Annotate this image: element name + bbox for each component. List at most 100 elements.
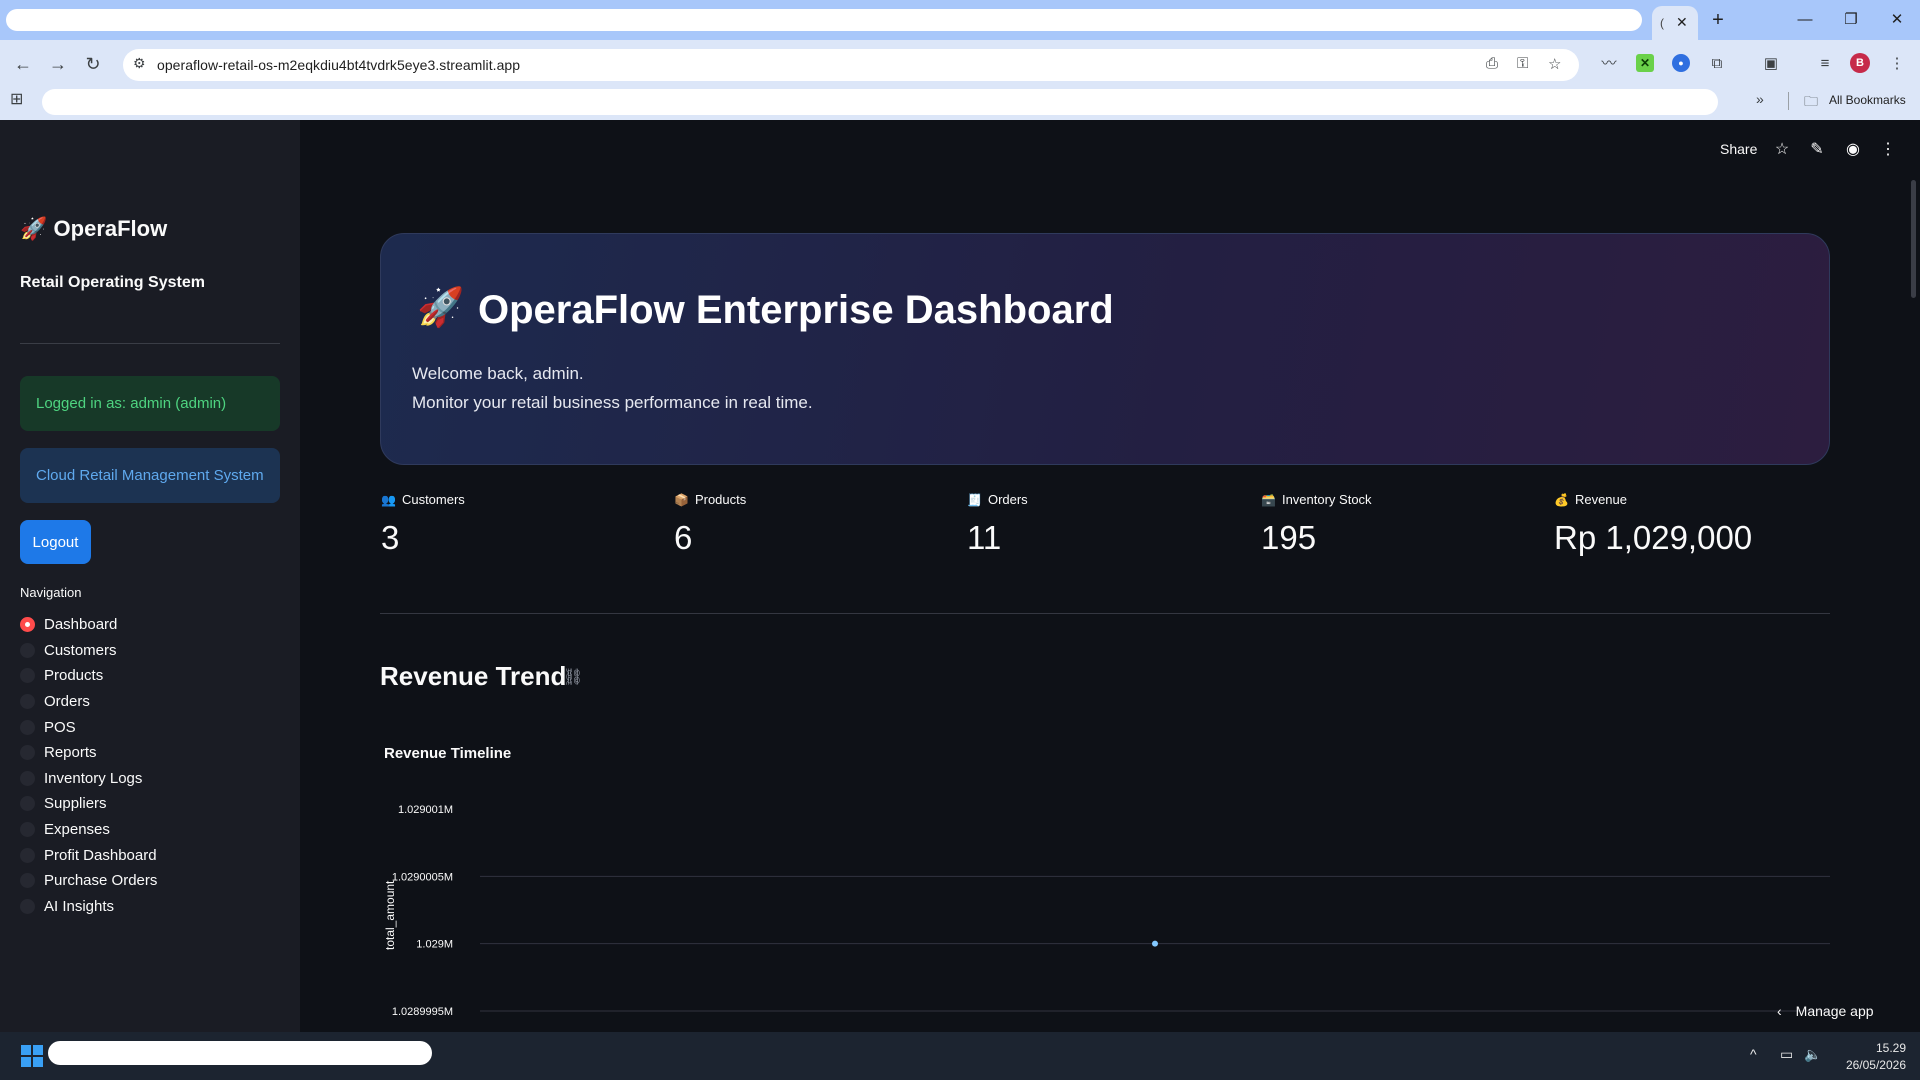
folder-icon[interactable]: 🗀 <box>1804 91 1818 115</box>
login-status-alert: Logged in as: admin (admin) <box>20 376 280 431</box>
metric-label: Orders <box>987 492 1028 507</box>
radio-icon[interactable] <box>20 668 35 684</box>
all-bookmarks-link[interactable]: All Bookmarks <box>1829 93 1906 107</box>
app-menu-icon[interactable]: ⋮ <box>1877 139 1899 159</box>
tab-search-icon[interactable]: ▣ <box>1758 51 1784 77</box>
bookmark-star-icon[interactable]: ☆ <box>1548 55 1561 73</box>
metric-label: Products <box>694 492 747 507</box>
close-tab-icon[interactable]: ✕ <box>1676 14 1688 31</box>
radio-icon[interactable] <box>20 642 35 658</box>
forward-icon[interactable]: → <box>45 51 71 77</box>
y-axis-label: total_amount <box>383 880 397 950</box>
hero-title: OperaFlow Enterprise Dashboard <box>478 288 1114 332</box>
nav-item-suppliers[interactable]: Suppliers <box>20 791 280 817</box>
navigation-radio-group: Dashboard Customers Products Orders POS … <box>20 612 280 919</box>
share-button[interactable]: Share <box>1720 141 1757 157</box>
package-icon: 📦 <box>674 492 689 507</box>
browser-tabstrip: ( ✕ + — ❐ ✕ <box>0 0 1920 40</box>
taskbar-apps-redacted <box>48 1041 432 1065</box>
site-info-icon[interactable]: ⚙ <box>133 55 146 72</box>
metric-value: 11 <box>967 519 1002 556</box>
system-clock[interactable]: 15.29 26/05/2026 <box>1838 1040 1906 1074</box>
profile-avatar[interactable]: B <box>1850 53 1870 73</box>
edit-pencil-icon[interactable]: ✎ <box>1806 139 1828 159</box>
main-scrollbar[interactable] <box>1911 180 1916 298</box>
metric-customers: 👥 Customers 3 <box>381 492 465 557</box>
manage-app-button[interactable]: ‹ Manage app <box>1777 1000 1874 1022</box>
minimize-icon[interactable]: — <box>1782 0 1828 40</box>
nav-item-orders[interactable]: Orders <box>20 689 280 715</box>
system-info-alert: Cloud Retail Management System <box>20 448 280 503</box>
radio-icon[interactable] <box>20 745 35 761</box>
radio-icon[interactable] <box>20 719 35 735</box>
password-key-icon[interactable]: ⚿ <box>1517 55 1528 72</box>
nav-item-inventory-logs[interactable]: Inventory Logs <box>20 766 280 792</box>
tray-chevron-up-icon[interactable]: ^ <box>1750 1046 1757 1062</box>
new-tab-icon[interactable]: + <box>1704 7 1732 33</box>
y-tick-label: 1.0290005M <box>392 871 453 883</box>
network-icon[interactable]: ▭ <box>1780 1046 1793 1063</box>
volume-icon[interactable]: 🔈 <box>1804 1046 1821 1063</box>
data-point[interactable] <box>1152 940 1158 947</box>
radio-selected-icon[interactable] <box>20 617 35 633</box>
apps-grid-icon[interactable]: ⊞ <box>10 89 23 109</box>
nav-item-reports[interactable]: Reports <box>20 740 280 766</box>
nav-item-products[interactable]: Products <box>20 663 280 689</box>
browser-menu-icon[interactable]: ⋮ <box>1884 51 1910 77</box>
metric-label: Customers <box>401 492 465 507</box>
nav-item-profit-dashboard[interactable]: Profit Dashboard <box>20 842 280 868</box>
windows-start-icon[interactable] <box>21 1045 43 1067</box>
metric-orders: 🧾 Orders 11 <box>967 492 1028 557</box>
nav-item-customers[interactable]: Customers <box>20 638 280 664</box>
logout-button[interactable]: Logout <box>20 520 91 564</box>
nav-item-pos[interactable]: POS <box>20 714 280 740</box>
radio-icon[interactable] <box>20 847 35 863</box>
metric-label: Inventory Stock <box>1281 492 1372 507</box>
anchor-link-icon[interactable]: ⛓ <box>563 667 583 687</box>
reload-icon[interactable]: ↻ <box>80 51 106 77</box>
favorite-star-icon[interactable]: ☆ <box>1771 139 1793 159</box>
y-tick-label: 1.029M <box>416 939 453 951</box>
extension-analytics-icon[interactable]: 〰 <box>1596 51 1622 77</box>
tab-favicon-icon: ( <box>1660 16 1664 30</box>
extension-green-icon[interactable]: ✕ <box>1636 54 1654 72</box>
hero-description-text: Monitor your retail business performance… <box>412 393 813 412</box>
radio-icon[interactable] <box>20 694 35 710</box>
install-app-icon[interactable]: ⎙ <box>1486 55 1498 72</box>
back-icon[interactable]: ← <box>10 51 36 77</box>
navigation-label: Navigation <box>20 585 82 600</box>
media-queue-icon[interactable]: ≡ <box>1812 51 1838 77</box>
tab-bar-redacted[interactable] <box>6 9 1642 31</box>
address-bar[interactable]: ⚙ operaflow-retail-os-m2eqkdiu4bt4tvdrk5… <box>123 49 1579 81</box>
y-tick-label: 1.029001M <box>398 804 453 816</box>
nav-item-dashboard[interactable]: Dashboard <box>20 612 280 638</box>
radio-icon[interactable] <box>20 873 35 889</box>
restore-icon[interactable]: ❐ <box>1828 0 1874 40</box>
radio-icon[interactable] <box>20 898 35 914</box>
close-window-icon[interactable]: ✕ <box>1874 0 1920 40</box>
nav-item-expenses[interactable]: Expenses <box>20 817 280 843</box>
nav-item-ai-insights[interactable]: AI Insights <box>20 894 280 920</box>
section-divider <box>380 613 1830 614</box>
radio-icon[interactable] <box>20 770 35 786</box>
radio-icon[interactable] <box>20 796 35 812</box>
bookmarks-overflow-icon[interactable]: » <box>1756 91 1764 107</box>
hero-welcome-text: Welcome back, admin. <box>412 364 584 383</box>
nav-item-purchase-orders[interactable]: Purchase Orders <box>20 868 280 894</box>
bookmarks-bar-redacted <box>42 89 1718 115</box>
active-tab[interactable]: ( ✕ <box>1652 6 1698 40</box>
section-title: Revenue Trend <box>380 661 567 691</box>
money-bag-icon: 💰 <box>1554 492 1569 507</box>
github-icon[interactable]: ◉ <box>1842 139 1864 159</box>
y-tick-label: 1.0289995M <box>392 1006 453 1018</box>
manage-app-label: Manage app <box>1795 1003 1874 1019</box>
extension-blue-icon[interactable]: ● <box>1672 54 1690 72</box>
extensions-puzzle-icon[interactable]: ⧉ <box>1704 51 1730 77</box>
metric-products: 📦 Products 6 <box>674 492 746 557</box>
metric-value: Rp 1,029,000 <box>1554 519 1753 556</box>
revenue-timeline-chart[interactable]: 1.029001M 1.0290005M 1.029M 1.0289995M total… <box>380 790 1830 1022</box>
receipt-icon: 🧾 <box>967 492 982 507</box>
sidebar-subtitle: Retail Operating System <box>20 274 205 291</box>
login-status-text: Logged in as: admin (admin) <box>36 395 227 412</box>
radio-icon[interactable] <box>20 822 35 838</box>
